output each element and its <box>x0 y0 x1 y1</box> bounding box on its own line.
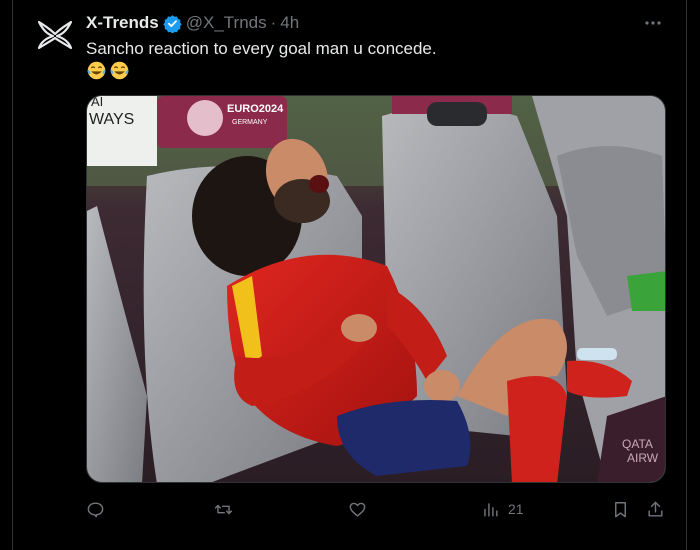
svg-text:EURO2024: EURO2024 <box>227 103 284 115</box>
svg-text:GERMANY: GERMANY <box>232 119 268 126</box>
svg-text:AIRW: AIRW <box>627 451 659 465</box>
tears-of-joy-emoji-icon <box>87 61 106 80</box>
photo-footballer-laughing-in-seat: AI WAYS EURO2024 GERMANY QATA AIRW <box>87 96 665 482</box>
repost-icon <box>214 504 233 514</box>
tweet-text: Sancho reaction to every goal man u conc… <box>86 39 437 58</box>
repost-button[interactable] <box>214 495 233 523</box>
svg-text:QATA: QATA <box>622 437 653 451</box>
share-button[interactable] <box>646 495 665 523</box>
author-avatar[interactable] <box>33 12 77 56</box>
views-button[interactable]: 21 <box>481 495 524 523</box>
reply-button[interactable] <box>86 495 105 523</box>
banner-left-text: AI <box>91 96 103 109</box>
like-button[interactable] <box>348 495 367 523</box>
separator-dot: · <box>270 13 277 32</box>
share-icon <box>648 501 663 517</box>
author-handle[interactable]: @X_Trnds <box>186 13 267 33</box>
tweet-emojis <box>86 60 130 82</box>
reply-icon <box>87 501 104 517</box>
svg-text:WAYS: WAYS <box>89 111 134 128</box>
tweet-header: X-Trends @X_Trnds · 4h <box>86 12 299 34</box>
views-count: 21 <box>508 501 524 517</box>
bookmark-button[interactable] <box>611 495 630 523</box>
author-name[interactable]: X-Trends <box>86 13 159 33</box>
tears-of-joy-emoji-icon <box>110 61 129 80</box>
tweet-media-image[interactable]: AI WAYS EURO2024 GERMANY QATA AIRW <box>86 95 666 483</box>
bookmark-icon <box>615 501 626 517</box>
more-options-icon[interactable] <box>642 12 664 34</box>
bird-logo-icon <box>37 20 73 50</box>
verified-badge-icon <box>163 14 182 34</box>
views-icon <box>484 502 498 517</box>
timestamp[interactable]: 4h <box>280 13 299 33</box>
like-icon <box>349 502 366 517</box>
tweet-actions: 21 <box>86 495 666 523</box>
